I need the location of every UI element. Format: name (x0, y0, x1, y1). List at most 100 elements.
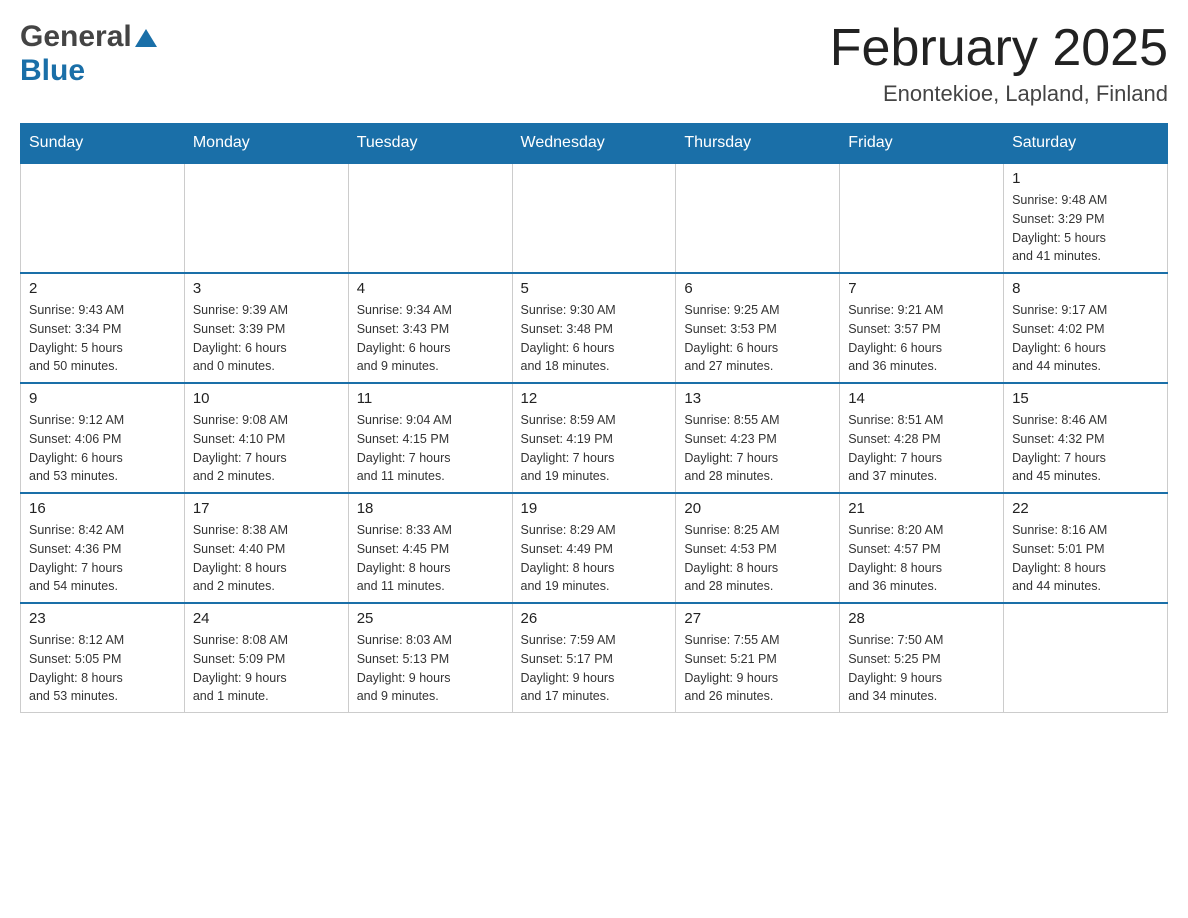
day-info: Sunrise: 9:12 AMSunset: 4:06 PMDaylight:… (29, 411, 176, 486)
header-thursday: Thursday (676, 124, 840, 164)
day-number: 19 (521, 500, 668, 517)
day-cell: 15 Sunrise: 8:46 AMSunset: 4:32 PMDayligh… (1004, 383, 1168, 493)
day-cell: 9Sunrise: 9:12 AMSunset: 4:06 PMDaylight… (21, 383, 185, 493)
day-number: 7 (848, 280, 995, 297)
week-row-1: 1 Sunrise: 9:48 AMSunset: 3:29 PMDaylight… (21, 163, 1168, 273)
day-info: Sunrise: 8:55 AMSunset: 4:23 PMDaylight:… (684, 411, 831, 486)
day-cell: 25 Sunrise: 8:03 AMSunset: 5:13 PMDayligh… (348, 603, 512, 713)
day-number: 26 (521, 610, 668, 627)
day-info: Sunrise: 8:59 AMSunset: 4:19 PMDaylight:… (521, 411, 668, 486)
day-number: 16 (29, 500, 176, 517)
day-info: Sunrise: 9:25 AMSunset: 3:53 PMDaylight:… (684, 301, 831, 376)
day-info: Sunrise: 9:48 AMSunset: 3:29 PMDaylight:… (1012, 191, 1159, 266)
day-info: Sunrise: 8:08 AMSunset: 5:09 PMDaylight:… (193, 631, 340, 706)
day-info: Sunrise: 9:21 AMSunset: 3:57 PMDaylight:… (848, 301, 995, 376)
day-cell (21, 163, 185, 273)
day-number: 6 (684, 280, 831, 297)
day-number: 1 (1012, 170, 1159, 187)
day-cell: 14 Sunrise: 8:51 AMSunset: 4:28 PMDayligh… (840, 383, 1004, 493)
day-cell (676, 163, 840, 273)
day-number: 23 (29, 610, 176, 627)
logo-general-text: General (20, 20, 132, 54)
page-header: General Blue February 2025 Enontekioe, L… (20, 20, 1168, 107)
header-wednesday: Wednesday (512, 124, 676, 164)
day-number: 14 (848, 390, 995, 407)
day-number: 5 (521, 280, 668, 297)
day-cell: 23Sunrise: 8:12 AMSunset: 5:05 PMDayligh… (21, 603, 185, 713)
day-number: 18 (357, 500, 504, 517)
day-cell: 21 Sunrise: 8:20 AMSunset: 4:57 PMDayligh… (840, 493, 1004, 603)
day-info: Sunrise: 8:16 AMSunset: 5:01 PMDaylight:… (1012, 521, 1159, 596)
day-info: Sunrise: 8:38 AMSunset: 4:40 PMDaylight:… (193, 521, 340, 596)
day-number: 3 (193, 280, 340, 297)
day-info: Sunrise: 8:46 AMSunset: 4:32 PMDaylight:… (1012, 411, 1159, 486)
day-cell: 11 Sunrise: 9:04 AMSunset: 4:15 PMDayligh… (348, 383, 512, 493)
day-number: 2 (29, 280, 176, 297)
header-tuesday: Tuesday (348, 124, 512, 164)
day-number: 11 (357, 390, 504, 407)
day-cell: 16 Sunrise: 8:42 AMSunset: 4:36 PMDayligh… (21, 493, 185, 603)
day-cell (840, 163, 1004, 273)
day-number: 27 (684, 610, 831, 627)
day-cell: 4Sunrise: 9:34 AMSunset: 3:43 PMDaylight… (348, 273, 512, 383)
day-info: Sunrise: 7:55 AMSunset: 5:21 PMDaylight:… (684, 631, 831, 706)
page-subtitle: Enontekioe, Lapland, Finland (830, 81, 1168, 107)
day-info: Sunrise: 8:20 AMSunset: 4:57 PMDaylight:… (848, 521, 995, 596)
week-row-2: 2 Sunrise: 9:43 AMSunset: 3:34 PMDaylight… (21, 273, 1168, 383)
week-row-3: 9Sunrise: 9:12 AMSunset: 4:06 PMDaylight… (21, 383, 1168, 493)
day-number: 17 (193, 500, 340, 517)
day-info: Sunrise: 9:43 AMSunset: 3:34 PMDaylight:… (29, 301, 176, 376)
week-row-4: 16 Sunrise: 8:42 AMSunset: 4:36 PMDayligh… (21, 493, 1168, 603)
day-number: 15 (1012, 390, 1159, 407)
day-cell (1004, 603, 1168, 713)
day-cell: 12 Sunrise: 8:59 AMSunset: 4:19 PMDayligh… (512, 383, 676, 493)
day-info: Sunrise: 7:50 AMSunset: 5:25 PMDaylight:… (848, 631, 995, 706)
header-sunday: Sunday (21, 124, 185, 164)
day-number: 28 (848, 610, 995, 627)
week-row-5: 23Sunrise: 8:12 AMSunset: 5:05 PMDayligh… (21, 603, 1168, 713)
day-cell: 22 Sunrise: 8:16 AMSunset: 5:01 PMDayligh… (1004, 493, 1168, 603)
day-number: 20 (684, 500, 831, 517)
title-block: February 2025 Enontekioe, Lapland, Finla… (830, 20, 1168, 107)
day-info: Sunrise: 9:17 AMSunset: 4:02 PMDaylight:… (1012, 301, 1159, 376)
day-info: Sunrise: 9:04 AMSunset: 4:15 PMDaylight:… (357, 411, 504, 486)
day-number: 12 (521, 390, 668, 407)
calendar-table: Sunday Monday Tuesday Wednesday Thursday… (20, 123, 1168, 713)
day-info: Sunrise: 9:30 AMSunset: 3:48 PMDaylight:… (521, 301, 668, 376)
day-number: 13 (684, 390, 831, 407)
day-cell: 19 Sunrise: 8:29 AMSunset: 4:49 PMDayligh… (512, 493, 676, 603)
weekday-header-row: Sunday Monday Tuesday Wednesday Thursday… (21, 124, 1168, 164)
day-cell: 27 Sunrise: 7:55 AMSunset: 5:21 PMDayligh… (676, 603, 840, 713)
day-info: Sunrise: 8:42 AMSunset: 4:36 PMDaylight:… (29, 521, 176, 596)
day-cell: 24 Sunrise: 8:08 AMSunset: 5:09 PMDayligh… (184, 603, 348, 713)
day-number: 10 (193, 390, 340, 407)
day-cell: 7 Sunrise: 9:21 AMSunset: 3:57 PMDaylight… (840, 273, 1004, 383)
logo: General Blue (20, 20, 157, 88)
day-cell: 28 Sunrise: 7:50 AMSunset: 5:25 PMDayligh… (840, 603, 1004, 713)
day-cell: 18Sunrise: 8:33 AMSunset: 4:45 PMDayligh… (348, 493, 512, 603)
day-cell: 26 Sunrise: 7:59 AMSunset: 5:17 PMDayligh… (512, 603, 676, 713)
day-number: 25 (357, 610, 504, 627)
header-monday: Monday (184, 124, 348, 164)
day-number: 21 (848, 500, 995, 517)
day-cell: 6 Sunrise: 9:25 AMSunset: 3:53 PMDaylight… (676, 273, 840, 383)
day-cell: 2 Sunrise: 9:43 AMSunset: 3:34 PMDaylight… (21, 273, 185, 383)
day-info: Sunrise: 8:51 AMSunset: 4:28 PMDaylight:… (848, 411, 995, 486)
logo-triangle-icon (135, 29, 157, 47)
header-saturday: Saturday (1004, 124, 1168, 164)
day-info: Sunrise: 7:59 AMSunset: 5:17 PMDaylight:… (521, 631, 668, 706)
day-number: 22 (1012, 500, 1159, 517)
day-info: Sunrise: 8:25 AMSunset: 4:53 PMDaylight:… (684, 521, 831, 596)
day-cell (348, 163, 512, 273)
day-cell: 5 Sunrise: 9:30 AMSunset: 3:48 PMDaylight… (512, 273, 676, 383)
day-cell (184, 163, 348, 273)
day-cell: 3Sunrise: 9:39 AMSunset: 3:39 PMDaylight… (184, 273, 348, 383)
page-title: February 2025 (830, 20, 1168, 77)
day-number: 8 (1012, 280, 1159, 297)
day-info: Sunrise: 9:08 AMSunset: 4:10 PMDaylight:… (193, 411, 340, 486)
day-cell: 8 Sunrise: 9:17 AMSunset: 4:02 PMDaylight… (1004, 273, 1168, 383)
day-info: Sunrise: 8:29 AMSunset: 4:49 PMDaylight:… (521, 521, 668, 596)
day-info: Sunrise: 8:03 AMSunset: 5:13 PMDaylight:… (357, 631, 504, 706)
day-cell: 13 Sunrise: 8:55 AMSunset: 4:23 PMDayligh… (676, 383, 840, 493)
day-number: 24 (193, 610, 340, 627)
